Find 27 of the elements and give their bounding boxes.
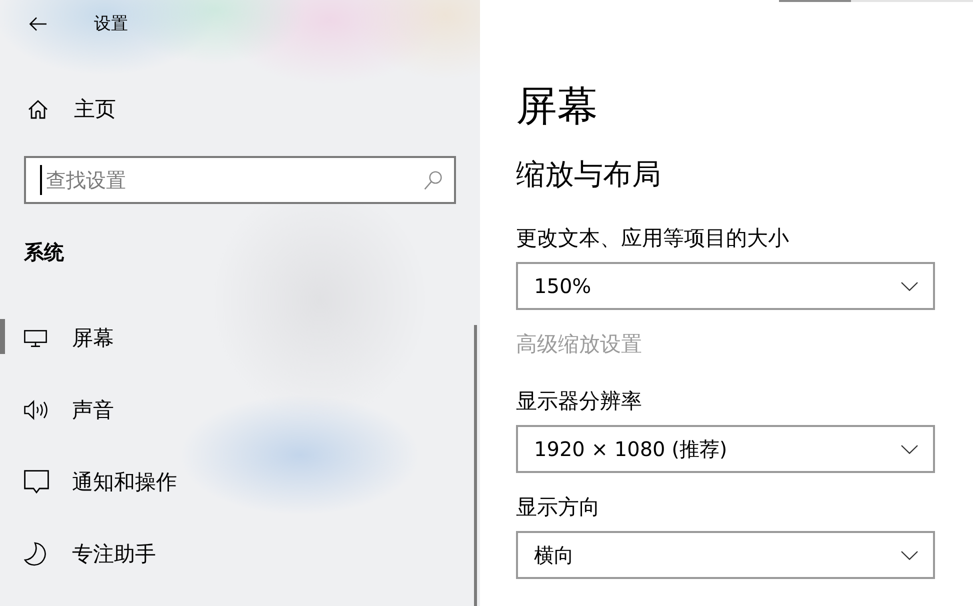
back-arrow-icon — [29, 17, 47, 31]
chevron-down-icon — [901, 282, 918, 290]
speaker-icon — [24, 400, 49, 420]
section-heading: 系统 — [24, 239, 64, 266]
chevron-down-icon — [901, 444, 918, 454]
dropdown[interactable]: 横向 — [516, 531, 935, 579]
nav-item[interactable]: 声音 — [0, 374, 470, 446]
search-icon — [424, 171, 442, 190]
home-link[interactable]: 主页 — [0, 85, 160, 133]
setting-label: 更改文本、应用等项目的大小 — [516, 225, 789, 252]
monitor-icon — [24, 330, 47, 346]
speech-bubble-icon — [24, 470, 49, 494]
nav-item[interactable]: 屏幕 — [0, 302, 470, 374]
search-field[interactable]: 查找设置 — [24, 156, 456, 204]
section-heading: 缩放与布局 — [516, 156, 661, 193]
nav-item[interactable]: 通知和操作 — [0, 446, 470, 518]
nav-item[interactable]: 专注助手 — [0, 518, 470, 590]
window-title: 设置 — [94, 13, 128, 36]
chevron-down-icon — [901, 550, 918, 560]
dropdown[interactable]: 150% — [516, 262, 935, 310]
setting-label: 显示方向 — [516, 494, 600, 521]
setting-label: 显示器分辨率 — [516, 388, 642, 415]
crescent-moon-icon — [24, 542, 48, 566]
home-icon — [28, 100, 48, 118]
page-title: 屏幕 — [516, 81, 598, 132]
dropdown[interactable]: 1920 × 1080 (推荐) — [516, 425, 935, 473]
scrollbar[interactable] — [474, 325, 477, 606]
